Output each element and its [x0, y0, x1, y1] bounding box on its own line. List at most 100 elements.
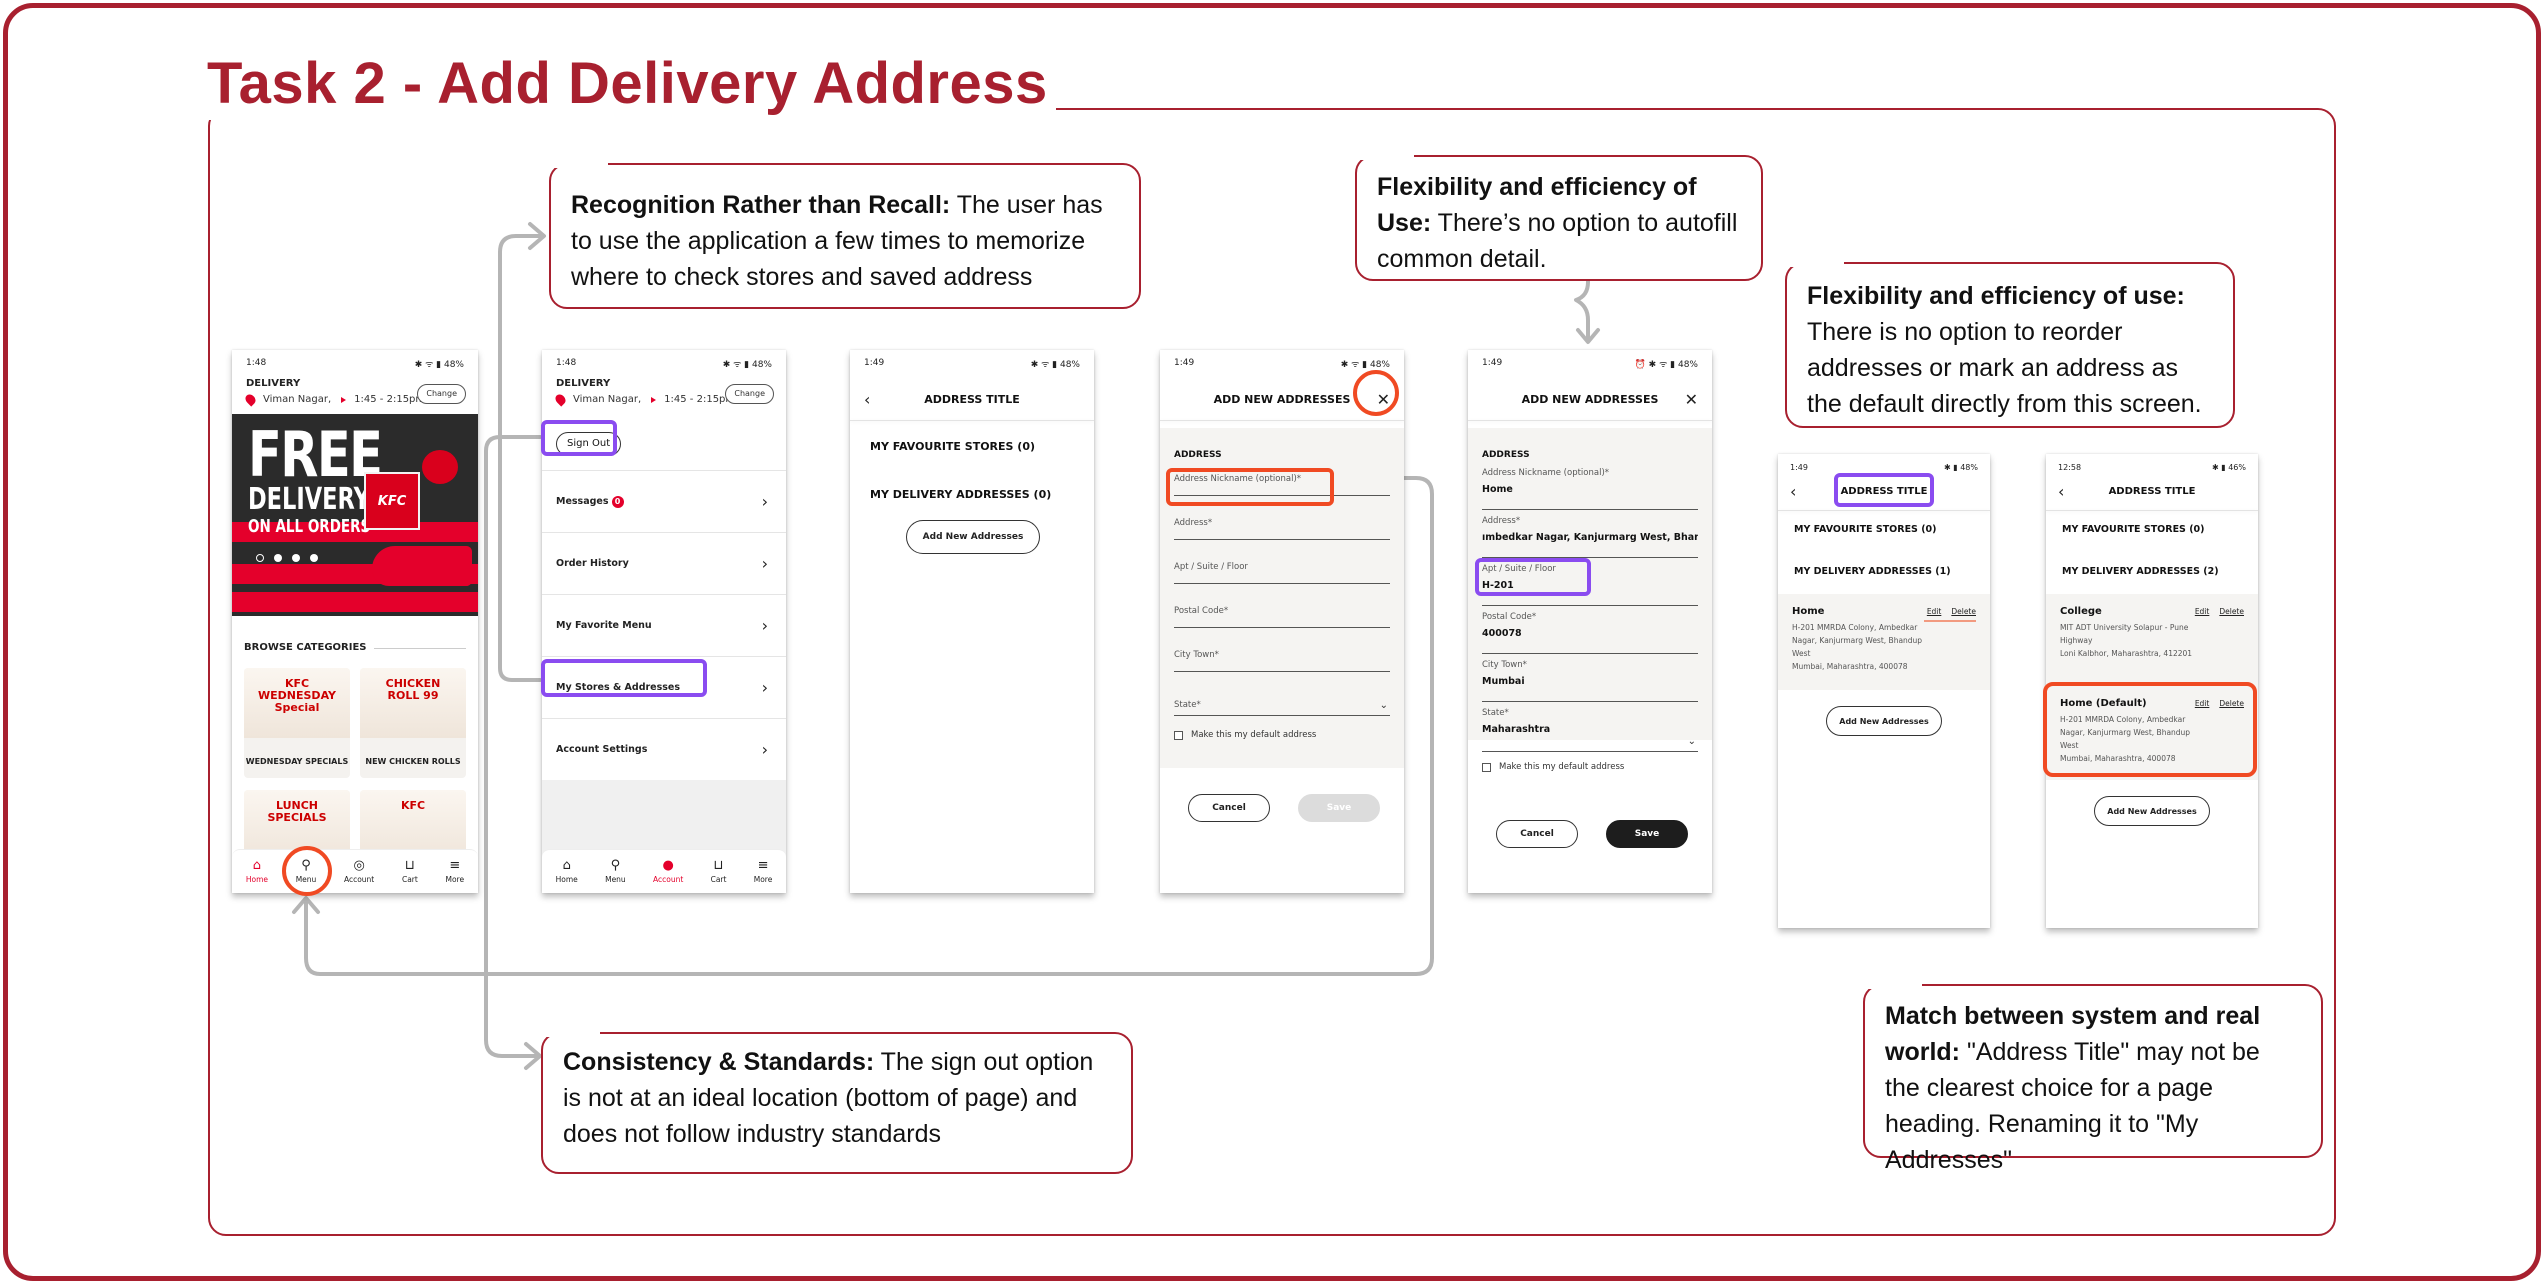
highlight-address-title [1834, 473, 1934, 507]
tab-account[interactable]: ● Account [653, 858, 683, 885]
location-pin-icon [243, 392, 258, 407]
highlight-close-button [1353, 370, 1399, 416]
address-field[interactable]: Address* [1174, 518, 1390, 540]
callout-autofill: Flexibility and efficiency of Use: There… [1354, 154, 1763, 281]
category-card[interactable]: CHICKEN ROLL 99 NEW CHICKEN ROLLS [360, 668, 466, 778]
delete-address-link[interactable]: Delete [2219, 607, 2244, 616]
delivery-location[interactable]: Viman Nagar, 1:45 - 2:15pm [243, 392, 425, 407]
state-select[interactable]: State* ⌄ [1174, 700, 1390, 716]
screen-title: ADD NEW ADDRESSES [1521, 393, 1659, 406]
tab-account[interactable]: ◎ Account [344, 858, 374, 885]
edit-address-link[interactable]: Edit [1927, 607, 1942, 616]
category-card[interactable]: KFC WEDNESDAY Special WEDNESDAY SPECIALS [244, 668, 350, 778]
change-location-button[interactable]: Change [725, 384, 774, 404]
cart-bucket-icon: ⊔ [404, 858, 415, 873]
nickname-field[interactable]: Address Nickname (optional)* Home [1482, 468, 1698, 510]
highlight-stores-addresses [541, 659, 707, 697]
add-new-address-button[interactable]: Add New Addresses [906, 520, 1040, 554]
tab-cart[interactable]: ⊔ Cart [402, 858, 418, 885]
screen-address-empty: 1:49 ✱ ᯤ ▮ 48% ‹ ADDRESS TITLE MY FAVOUR… [850, 350, 1094, 893]
edit-delete-underline-highlight [1924, 620, 1976, 622]
tab-home[interactable]: ⌂ Home [246, 859, 268, 885]
favourite-stores-heading: MY FAVOURITE STORES (0) [1794, 524, 1937, 535]
save-button[interactable]: Save [1298, 794, 1380, 822]
status-bar: 1:48 ✱ ᯤ ▮ 48% [232, 350, 478, 376]
save-button[interactable]: Save [1606, 820, 1688, 848]
address-card[interactable]: Home Edit Delete H-201 MMRDA Colony, Ambe… [1778, 594, 1990, 690]
status-time: 1:49 [1174, 358, 1195, 368]
edit-address-link[interactable]: Edit [2195, 607, 2210, 616]
home-icon: ⌂ [562, 858, 571, 873]
callout-body: There’s no option to autofill common det… [1377, 209, 1738, 273]
delivery-location[interactable]: Viman Nagar, 1:45 - 2:15pm [553, 392, 735, 407]
postal-code-field[interactable]: Postal Code* 400078 [1482, 612, 1698, 654]
cancel-button[interactable]: Cancel [1496, 820, 1578, 848]
status-indicators: ✱ ᯤ ▮ 48% [414, 359, 464, 370]
default-address-checkbox[interactable]: Make this my default address [1174, 730, 1316, 740]
menu-item-account-settings[interactable]: Account Settings › [542, 718, 786, 780]
change-location-button[interactable]: Change [417, 384, 466, 404]
callout-recognition: Recognition Rather than Recall: The user… [548, 162, 1141, 309]
divider [374, 648, 466, 649]
status-time: 1:49 [864, 358, 885, 368]
bottom-tab-bar: ⌂ Home ⚲ Menu ● Account ⊔ Cart ≡ More [542, 849, 786, 893]
account-icon: ● [662, 858, 674, 873]
callout-reorder: Flexibility and efficiency of use: There… [1784, 261, 2235, 428]
add-new-address-button[interactable]: Add New Addresses [1826, 706, 1942, 736]
bottom-tab-bar: ⌂ Home ⚲ Menu ◎ Account ⊔ Cart ≡ More [232, 849, 478, 893]
drumstick-icon: ⚲ [610, 858, 621, 873]
delivery-label: DELIVERY [556, 378, 611, 389]
screen-add-address-filled: 1:49 ⏰ ✱ ᯤ ▮ 48% ADD NEW ADDRESSES ✕ ADD… [1468, 350, 1712, 893]
account-menu: Messages 0 › Order History › My Favorite M… [542, 470, 786, 780]
hamburger-menu-icon: ≡ [449, 858, 461, 873]
status-time: 1:48 [556, 358, 577, 368]
tab-home[interactable]: ⌂ Home [556, 858, 578, 885]
chevron-right-icon: › [761, 554, 768, 573]
delivery-label: DELIVERY [246, 378, 301, 389]
add-new-address-button[interactable]: Add New Addresses [2094, 796, 2210, 826]
status-indicators: ✱ ᯤ ▮ 48% [1030, 359, 1080, 370]
menu-item-order-history[interactable]: Order History › [542, 532, 786, 594]
divider [1160, 420, 1404, 421]
favourite-stores-heading: MY FAVOURITE STORES (0) [2062, 524, 2205, 535]
tab-more[interactable]: ≡ More [446, 858, 465, 885]
divider [2046, 510, 2258, 511]
status-time: 1:49 [1790, 462, 1808, 472]
account-icon: ◎ [353, 858, 365, 873]
divider [1778, 510, 1990, 511]
status-indicators: ✱ ▮ 48% [1944, 462, 1978, 472]
tab-more[interactable]: ≡ More [754, 859, 773, 885]
chevron-right-icon: › [761, 678, 768, 697]
browse-categories-heading: BROWSE CATEGORIES [244, 642, 367, 653]
status-bar: 1:49 ⏰ ✱ ᯤ ▮ 48% [1468, 350, 1712, 376]
menu-item-messages[interactable]: Messages 0 › [542, 470, 786, 532]
status-indicators: ✱ ▮ 46% [2212, 462, 2246, 472]
highlight-menu-tab [282, 846, 332, 896]
address-field[interactable]: Address* ımbedkar Nagar, Kanjurmarg West,… [1482, 516, 1698, 558]
menu-item-favorite-menu[interactable]: My Favorite Menu › [542, 594, 786, 656]
state-select[interactable]: State* Maharashtra ⌄ [1482, 708, 1698, 752]
close-icon[interactable]: ✕ [1685, 382, 1698, 418]
highlight-sign-out [541, 420, 617, 456]
carousel-dots[interactable] [256, 554, 318, 562]
callout-body: There is no option to reorder addresses … [1807, 318, 2202, 418]
apt-suite-floor-field[interactable]: Apt / Suite / Floor [1174, 562, 1390, 584]
promo-banner[interactable]: FREE DELIVERY ON ALL ORDERS KFC [232, 414, 478, 616]
chevron-right-icon: › [761, 616, 768, 635]
city-town-field[interactable]: City Town* Mumbai [1482, 660, 1698, 702]
play-triangle-icon [341, 396, 347, 403]
tab-menu[interactable]: ⚲ Menu [605, 858, 626, 885]
divider [850, 420, 1094, 421]
delete-address-link[interactable]: Delete [1951, 607, 1976, 616]
postal-code-field[interactable]: Postal Code* [1174, 606, 1390, 628]
checkbox-icon [1482, 762, 1491, 772]
cancel-button[interactable]: Cancel [1188, 794, 1270, 822]
default-address-checkbox[interactable]: Make this my default address [1482, 762, 1624, 772]
address-card[interactable]: College Edit Delete MIT ADT University So… [2046, 594, 2258, 686]
favourite-stores-heading: MY FAVOURITE STORES (0) [870, 440, 1035, 453]
chevron-down-icon: ⌄ [1379, 700, 1388, 711]
city-town-field[interactable]: City Town* [1174, 650, 1390, 672]
tab-cart[interactable]: ⊔ Cart [711, 859, 727, 885]
address-section-heading: ADDRESS [1174, 450, 1222, 460]
screen-home: 1:48 ✱ ᯤ ▮ 48% DELIVERY Viman Nagar, 1:4… [232, 350, 478, 893]
